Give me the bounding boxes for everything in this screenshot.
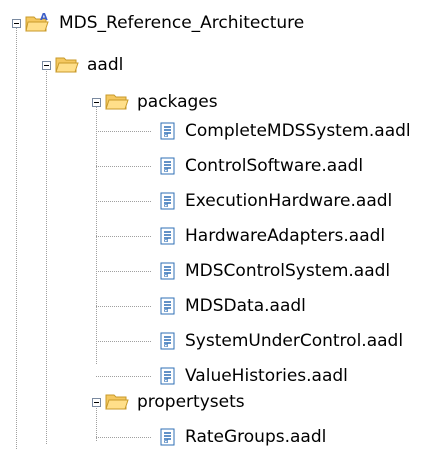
tree-guide-line [96, 236, 151, 237]
tree-item-aadl-folder[interactable]: aadl [42, 47, 123, 83]
tree-guide-line [96, 166, 151, 167]
aadl-file-icon: a [159, 262, 177, 280]
collapse-toggle[interactable] [92, 97, 101, 107]
svg-text:a: a [164, 270, 169, 279]
file-label: MDSControlSystem.aadl [185, 260, 391, 281]
tree-item-file[interactable]: a ExecutionHardware.aadl [159, 183, 392, 219]
tree-item-propertysets-folder[interactable]: propertysets [92, 384, 245, 420]
tree-guide-line [16, 24, 17, 449]
file-label: HardwareAdapters.aadl [185, 225, 386, 246]
project-folder-icon: A [25, 12, 51, 34]
aadl-file-icon: a [159, 122, 177, 140]
file-label: RateGroups.aadl [185, 426, 327, 447]
collapse-toggle[interactable] [42, 60, 51, 70]
svg-text:a: a [164, 130, 169, 139]
tree-guide-line [96, 376, 151, 377]
file-label: MDSData.aadl [185, 295, 306, 316]
aadl-file-icon: a [159, 192, 177, 210]
svg-text:a: a [164, 165, 169, 174]
open-folder-icon [55, 55, 79, 75]
tree-item-file[interactable]: a SystemUnderControl.aadl [159, 323, 403, 359]
project-label: MDS_Reference_Architecture [59, 12, 305, 33]
file-label: ExecutionHardware.aadl [185, 190, 393, 211]
tree-item-file[interactable]: a RateGroups.aadl [159, 419, 326, 455]
packages-folder-label: packages [137, 91, 218, 112]
file-label: ControlSoftware.aadl [185, 155, 364, 176]
aadl-folder-label: aadl [87, 54, 124, 75]
tree-guide-line [96, 201, 151, 202]
svg-text:a: a [164, 305, 169, 314]
tree-guide-line [96, 306, 151, 307]
aadl-file-icon: a [159, 332, 177, 350]
svg-text:a: a [164, 436, 169, 445]
tree-guide-line [46, 66, 47, 444]
file-label: ValueHistories.aadl [185, 365, 348, 386]
svg-text:a: a [164, 375, 169, 384]
tree-guide-line [96, 102, 97, 364]
aadl-file-icon: a [159, 428, 177, 446]
tree-guide-line [96, 131, 151, 132]
file-label: SystemUnderControl.aadl [185, 330, 404, 351]
tree-item-project[interactable]: A MDS_Reference_Architecture [12, 5, 304, 41]
svg-text:a: a [164, 235, 169, 244]
file-label: CompleteMDSSystem.aadl [185, 120, 411, 141]
collapse-toggle[interactable] [12, 18, 21, 28]
aadl-file-icon: a [159, 157, 177, 175]
svg-text:a: a [164, 200, 169, 209]
aadl-file-icon: a [159, 367, 177, 385]
open-folder-icon [105, 392, 129, 412]
tree-item-file[interactable]: a MDSData.aadl [159, 288, 306, 324]
svg-text:a: a [164, 340, 169, 349]
propertysets-folder-label: propertysets [137, 391, 245, 412]
aadl-file-icon: a [159, 297, 177, 315]
aadl-file-icon: a [159, 227, 177, 245]
collapse-toggle[interactable] [92, 397, 101, 407]
svg-text:A: A [40, 12, 48, 23]
open-folder-icon [105, 92, 129, 112]
tree-item-file[interactable]: a ControlSoftware.aadl [159, 148, 363, 184]
tree-item-file[interactable]: a MDSControlSystem.aadl [159, 253, 390, 289]
tree-item-file[interactable]: a HardwareAdapters.aadl [159, 218, 385, 254]
tree-item-file[interactable]: a CompleteMDSSystem.aadl [159, 113, 411, 149]
tree-guide-line [96, 437, 151, 438]
tree-guide-line [96, 271, 151, 272]
project-explorer-tree: A MDS_Reference_Architecture aadl packag… [0, 0, 444, 449]
tree-guide-line [96, 341, 151, 342]
